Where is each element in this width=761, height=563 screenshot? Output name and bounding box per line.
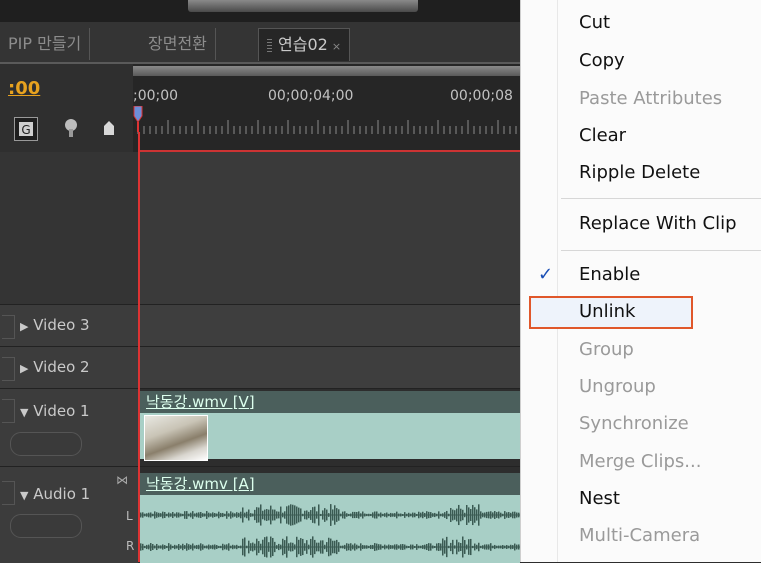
sequence-tab-bar: PIP 만들기 장면전환 연습02 × [0,22,520,64]
menu-item-paste-attributes[interactable]: Paste Attributes [579,88,722,109]
track-control-pill[interactable] [10,514,82,538]
playhead-range [138,150,520,152]
expand-arrow-icon[interactable]: ▼ [20,406,28,419]
track-body-audio1[interactable]: 낙동강.wmv [A] [140,466,520,563]
current-timecode[interactable]: :00 [8,78,40,99]
timeline-top-strip [0,0,520,22]
track-toggle[interactable] [2,399,15,423]
work-area-bar[interactable] [133,66,520,76]
track-body-video1[interactable]: 낙동강.wmv [V] [140,388,520,467]
audio-waveform [140,504,520,558]
menu-item-nest[interactable]: Nest [579,488,620,509]
video-clip[interactable]: 낙동강.wmv [V] [140,391,520,461]
ruler-label: ;00;00 [133,88,179,104]
tab-practice02[interactable]: 연습02 × [258,28,351,61]
ruler-label: 00;00;08 [450,88,513,104]
menu-gutter [557,0,558,562]
track-label: ▼ Audio 1 [20,485,90,503]
track-header-video2[interactable]: ▶ Video 2 [0,346,138,389]
ruler-label: 00;00;04;00 [268,88,354,104]
menu-item-group[interactable]: Group [579,339,634,360]
playhead-line[interactable] [138,132,140,562]
menu-item-unlink[interactable]: Unlink [579,301,635,322]
menu-item-ripple-delete[interactable]: Ripple Delete [579,162,700,183]
menu-item-clear[interactable]: Clear [579,125,626,146]
clip-name: 낙동강.wmv [V] [140,391,520,413]
menu-separator [561,250,761,251]
tab-transition[interactable]: 장면전환 [140,28,216,60]
audio-clip[interactable]: 낙동강.wmv [A] [140,473,520,563]
track-toggle[interactable] [2,315,15,339]
track-label: ▶ Video 3 [20,316,90,334]
menu-item-cut[interactable]: Cut [579,12,610,33]
expand-arrow-icon[interactable]: ▼ [20,489,28,502]
menu-item-enable[interactable]: Enable [579,264,640,285]
clip-thumbnail [144,415,208,461]
menu-item-replace-with-clip[interactable]: Replace With Clip [579,213,737,234]
playhead-handle-icon[interactable] [133,105,143,132]
close-icon[interactable]: × [332,40,341,53]
menu-item-synchronize[interactable]: Synchronize [579,413,689,434]
tab-label: 연습02 [278,35,328,54]
track-label: ▼ Video 1 [20,402,90,420]
tab-label: 장면전환 [148,34,207,53]
scroll-thumb[interactable] [188,0,418,12]
expand-arrow-icon[interactable]: ▶ [20,362,28,375]
svg-text:G: G [21,123,30,137]
tab-label: PIP 만들기 [8,34,82,53]
track-header-video3[interactable]: ▶ Video 3 [0,304,138,347]
track-name: Video 3 [33,316,90,334]
menu-item-copy[interactable]: Copy [579,50,625,71]
track-label: ▶ Video 2 [20,358,90,376]
track-body-video2[interactable] [140,346,520,389]
menu-separator [561,198,761,199]
channel-left: L [126,509,133,523]
track-header-audio1[interactable]: ▼ Audio 1 ⋈ L R [0,466,138,563]
track-header-empty [0,152,138,304]
track-name: Audio 1 [33,485,91,503]
time-ruler[interactable] [133,64,520,152]
check-icon: ✓ [538,264,554,285]
track-name: Video 1 [33,402,90,420]
menu-item-ungroup[interactable]: Ungroup [579,376,656,397]
channel-right: R [126,539,135,553]
ruler-ticks [137,120,517,134]
track-control-pill[interactable] [10,432,82,456]
timeline-empty-area [140,152,520,304]
drag-grip-icon[interactable] [267,38,272,53]
track-toggle[interactable] [2,357,15,381]
expand-arrow-icon[interactable]: ▶ [20,320,28,333]
track-name: Video 2 [33,358,90,376]
track-body-video3[interactable] [140,304,520,347]
marker-icon[interactable] [62,117,80,143]
track-toggle[interactable] [2,481,15,505]
context-menu: ✓ Cut Copy Paste Attributes Clear Ripple… [520,0,761,562]
sync-icon: ⋈ [116,473,128,487]
tab-pip[interactable]: PIP 만들기 [0,28,91,60]
add-marker-icon[interactable] [102,117,116,143]
track-header-video1[interactable]: ▼ Video 1 [0,388,138,467]
menu-item-merge-clips[interactable]: Merge Clips... [579,451,701,472]
menu-item-multi-camera[interactable]: Multi-Camera [579,525,700,546]
clip-name: 낙동강.wmv [A] [140,473,520,495]
snap-toggle-icon[interactable]: G [14,117,38,141]
